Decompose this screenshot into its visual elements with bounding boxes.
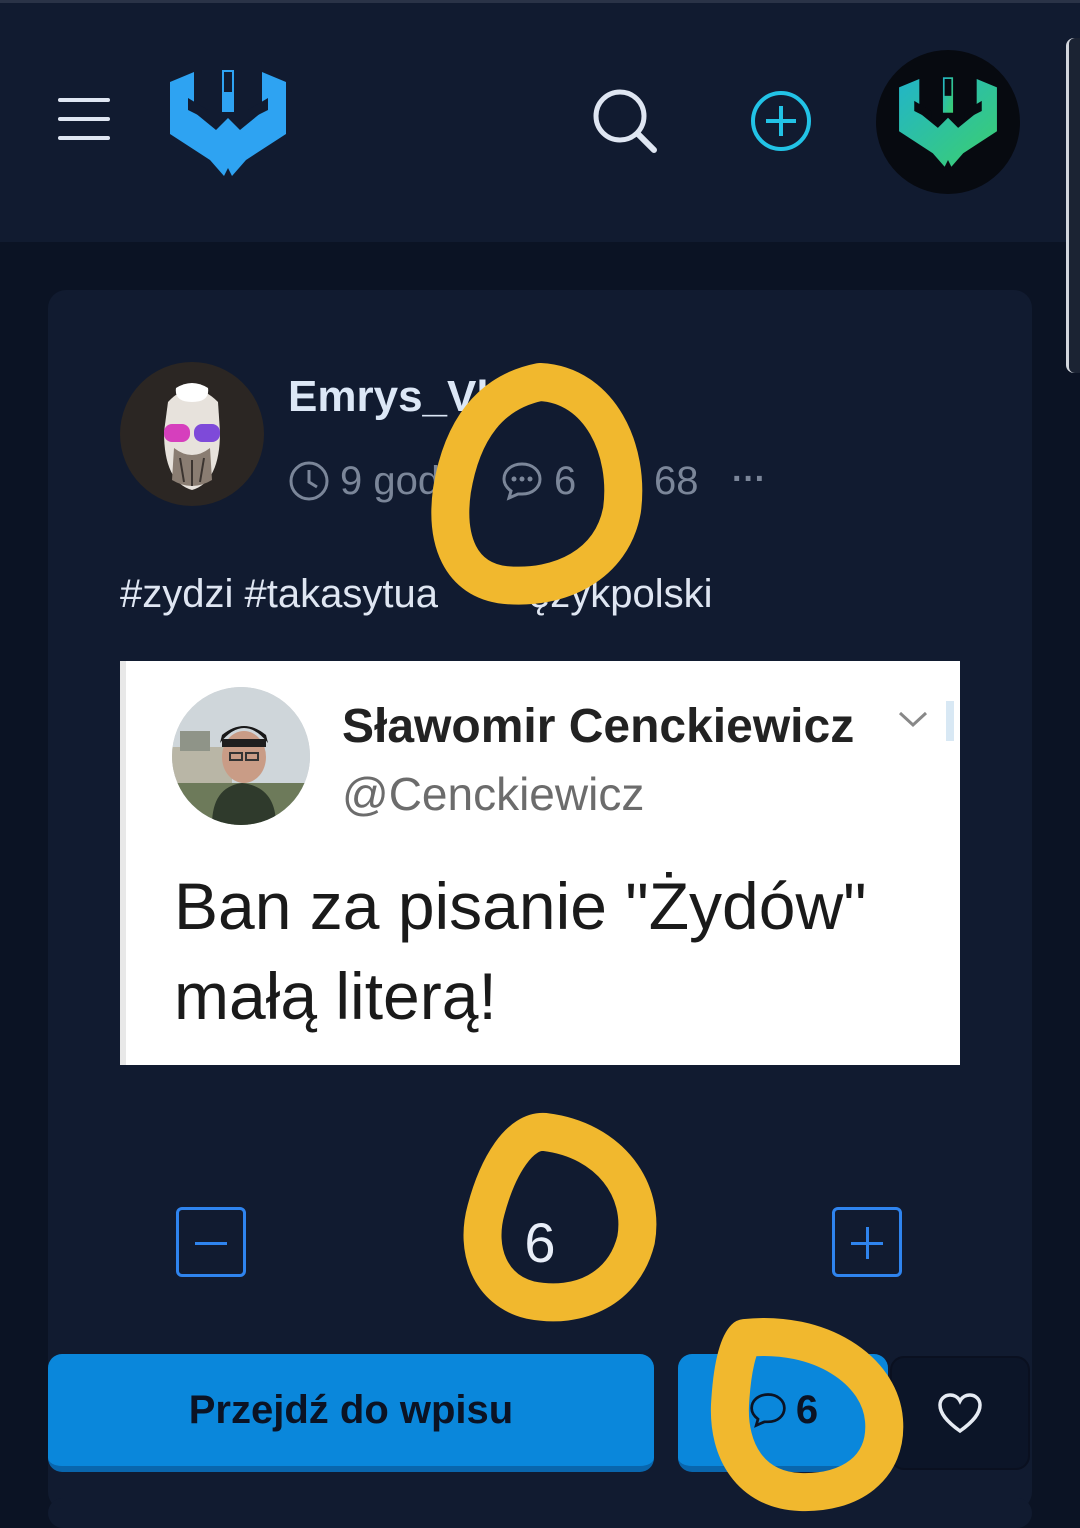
next-post-card xyxy=(48,1498,1032,1528)
more-options-button[interactable]: ··· xyxy=(732,456,766,502)
tweet-edge xyxy=(946,701,954,741)
comments-count[interactable]: 6 xyxy=(500,458,576,504)
bearded-man-avatar-icon xyxy=(164,383,220,490)
comment-icon xyxy=(502,462,542,501)
post-time: 9 god xyxy=(288,458,440,504)
tweet-author-avatar xyxy=(172,687,310,825)
search-icon[interactable] xyxy=(590,86,660,156)
favorite-button[interactable] xyxy=(890,1356,1030,1470)
user-avatar[interactable] xyxy=(876,50,1020,194)
clock-icon xyxy=(289,461,329,501)
scrollbar[interactable] xyxy=(1066,38,1080,373)
heart-icon xyxy=(938,1393,982,1434)
site-logo[interactable] xyxy=(164,68,292,178)
go-to-post-button[interactable]: Przejdź do wpisu xyxy=(48,1354,654,1472)
post-tags[interactable]: #zydzi #takasytua ęzykpolski xyxy=(120,572,712,617)
comment-icon xyxy=(750,1393,786,1428)
embedded-image[interactable]: Sławomir Cenckiewicz @Cenckiewicz Ban za… xyxy=(120,661,960,1065)
chevron-down-icon xyxy=(898,711,928,728)
tweet-author-handle: @Cenckiewicz xyxy=(342,768,645,820)
plus-circle-icon[interactable] xyxy=(746,86,816,156)
upvote-button[interactable] xyxy=(832,1207,902,1277)
hamburger-icon[interactable] xyxy=(58,98,110,142)
man-photo-icon xyxy=(172,687,310,825)
downvote-button[interactable] xyxy=(176,1207,246,1277)
author-name[interactable]: Emrys_Vle xyxy=(288,372,513,422)
votes-count: 68 xyxy=(654,458,699,503)
author-avatar[interactable] xyxy=(120,362,264,506)
tweet-text: Ban za pisanie "Żydów" małą literą! xyxy=(174,869,867,1033)
top-divider xyxy=(0,0,1080,3)
comments-button[interactable]: 6 xyxy=(678,1354,888,1472)
post-score: 6 xyxy=(524,1211,556,1274)
tweet-author-name: Sławomir Cenckiewicz xyxy=(342,700,855,753)
